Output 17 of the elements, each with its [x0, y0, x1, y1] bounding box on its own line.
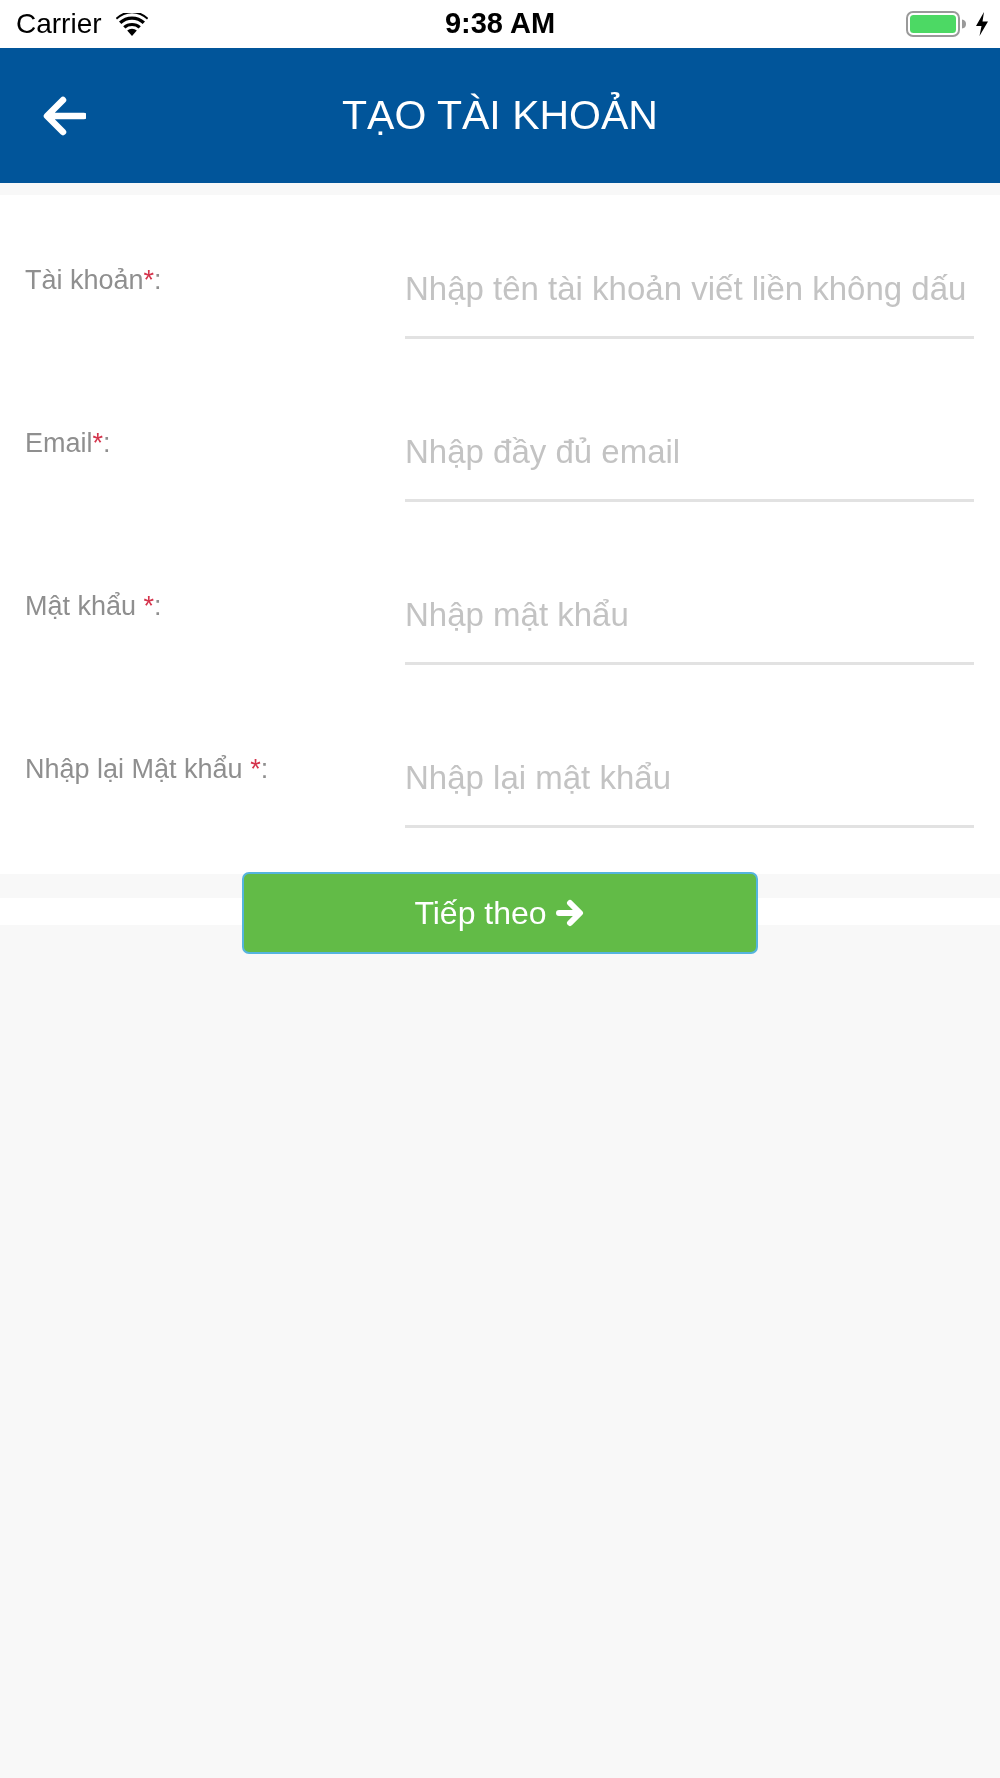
carrier-name: Carrier	[16, 8, 102, 40]
input-field[interactable]: Nhập mật khẩu	[405, 593, 974, 665]
next-button[interactable]: Tiếp theo	[242, 872, 758, 954]
input-field[interactable]: Nhập đầy đủ email	[405, 430, 974, 502]
arrow-left-icon	[42, 95, 86, 136]
field-label: Tài khoản*:	[25, 264, 163, 297]
input-field[interactable]: Nhập tên tài khoản viết liền không dấu	[405, 267, 974, 339]
field-label: Nhập lại Mật khẩu *:	[25, 753, 270, 786]
back-button[interactable]	[42, 95, 86, 136]
status-time: 9:38 AM	[444, 7, 556, 40]
input-field[interactable]: Nhập lại mật khẩu	[405, 756, 974, 828]
field-label: Email*:	[25, 427, 112, 460]
screen-title: TẠO TÀI KHOẢN	[342, 92, 658, 139]
wifi-icon	[115, 12, 148, 36]
battery-icon	[906, 11, 966, 37]
field-label: Mật khẩu *:	[25, 590, 163, 623]
arrow-right-icon	[555, 899, 586, 927]
